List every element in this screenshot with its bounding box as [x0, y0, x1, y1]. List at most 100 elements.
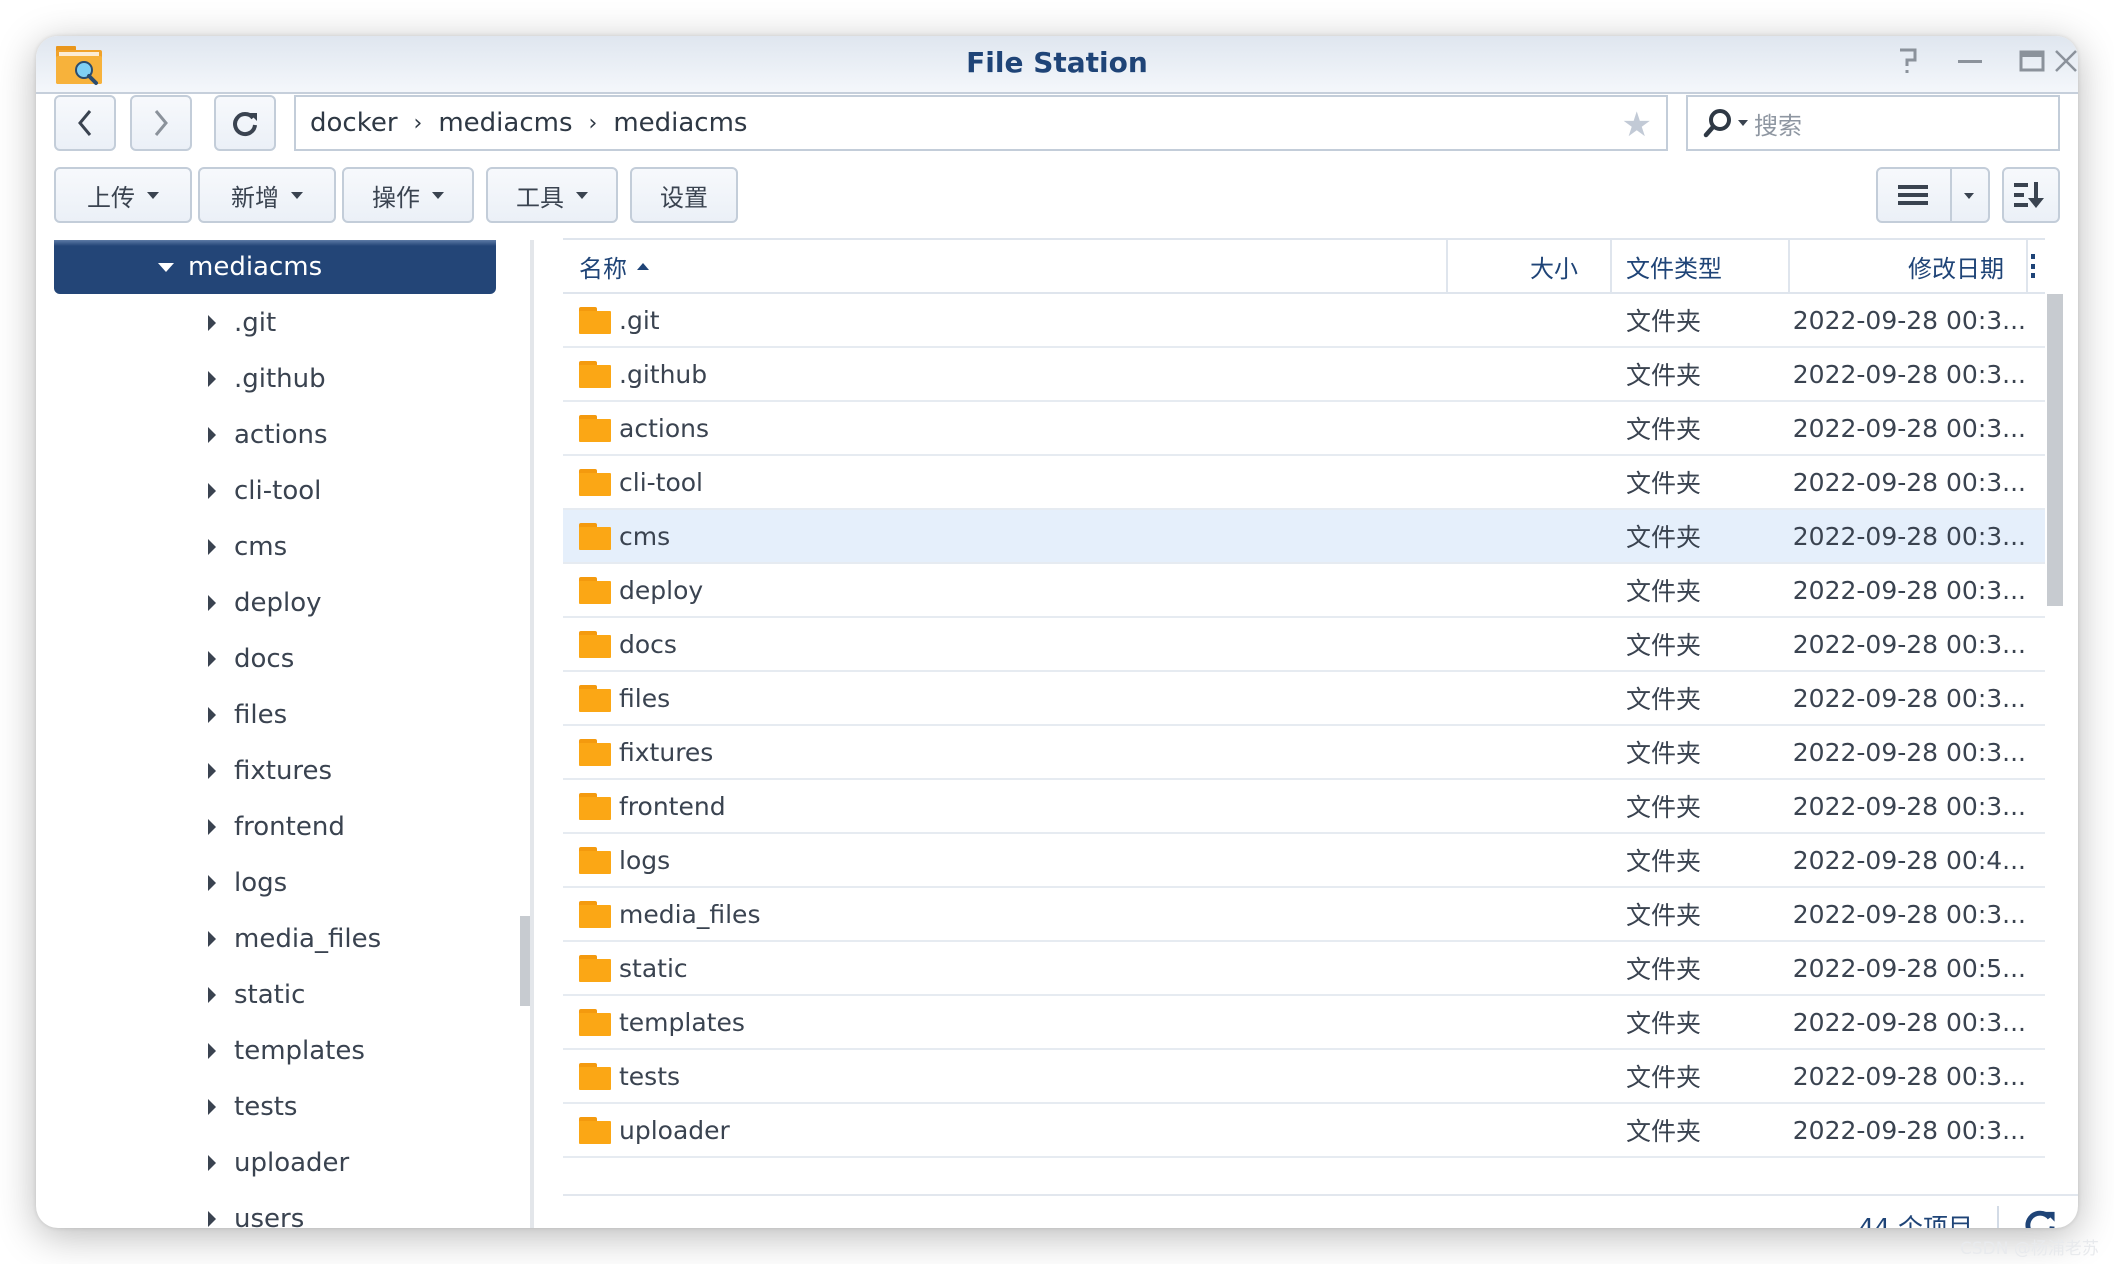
- table-row[interactable]: tests 文件夹 2022-09-28 00:3...: [563, 1050, 2045, 1104]
- expand-caret-icon[interactable]: [208, 763, 216, 779]
- file-modified: 2022-09-28 00:3...: [1792, 737, 2026, 767]
- folder-icon: [579, 1008, 611, 1036]
- table-row[interactable]: .github 文件夹 2022-09-28 00:3...: [563, 348, 2045, 402]
- tree-item[interactable]: templates: [54, 1024, 496, 1078]
- back-button[interactable]: [54, 95, 116, 151]
- cell-modified: 2022-09-28 00:3...: [1788, 780, 2036, 832]
- tree-item-label: uploader: [234, 1148, 350, 1178]
- action-button[interactable]: 操作: [342, 167, 474, 223]
- table-row[interactable]: cms 文件夹 2022-09-28 00:3...: [563, 510, 2045, 564]
- cell-type: 文件夹: [1626, 1104, 1796, 1156]
- expand-caret-icon[interactable]: [158, 262, 174, 272]
- tree-item[interactable]: logs: [54, 856, 496, 910]
- file-modified: 2022-09-28 00:3...: [1792, 575, 2026, 605]
- tree-item[interactable]: docs: [54, 632, 496, 686]
- view-mode-button[interactable]: [1876, 167, 1990, 223]
- tree-item[interactable]: frontend: [54, 800, 496, 854]
- tree-item[interactable]: cli-tool: [54, 464, 496, 518]
- table-row[interactable]: static 文件夹 2022-09-28 00:5...: [563, 942, 2045, 996]
- expand-caret-icon[interactable]: [208, 819, 216, 835]
- table-row[interactable]: logs 文件夹 2022-09-28 00:4...: [563, 834, 2045, 888]
- table-row[interactable]: media_files 文件夹 2022-09-28 00:3...: [563, 888, 2045, 942]
- search-box[interactable]: 搜索: [1686, 95, 2060, 151]
- help-button[interactable]: [1888, 46, 1928, 84]
- table-row[interactable]: cli-tool 文件夹 2022-09-28 00:3...: [563, 456, 2045, 510]
- tree-item[interactable]: users: [54, 1192, 496, 1228]
- table-row[interactable]: templates 文件夹 2022-09-28 00:3...: [563, 996, 2045, 1050]
- search-input[interactable]: 搜索: [1754, 106, 1802, 141]
- upload-label: 上传: [87, 183, 135, 212]
- cell-modified: 2022-09-28 00:3...: [1788, 348, 2036, 400]
- cell-modified: 2022-09-28 00:3...: [1788, 456, 2036, 508]
- tree-item[interactable]: deploy: [54, 576, 496, 630]
- file-name: actions: [619, 413, 709, 443]
- file-list-scrollbar[interactable]: [2047, 294, 2063, 606]
- close-button[interactable]: [2054, 46, 2078, 84]
- expand-caret-icon[interactable]: [208, 875, 216, 891]
- pane-divider[interactable]: [530, 240, 534, 1228]
- table-row[interactable]: docs 文件夹 2022-09-28 00:3...: [563, 618, 2045, 672]
- table-row[interactable]: deploy 文件夹 2022-09-28 00:3...: [563, 564, 2045, 618]
- column-header-type[interactable]: 文件类型: [1610, 240, 1788, 292]
- expand-caret-icon[interactable]: [208, 595, 216, 611]
- breadcrumb[interactable]: docker › mediacms › mediacms ★: [294, 95, 1668, 151]
- cell-modified: 2022-09-28 00:3...: [1788, 564, 2036, 616]
- expand-caret-icon[interactable]: [208, 1043, 216, 1059]
- table-row[interactable]: fixtures 文件夹 2022-09-28 00:3...: [563, 726, 2045, 780]
- breadcrumb-item-mediacms[interactable]: mediacms: [438, 108, 572, 138]
- folder-icon: [579, 738, 611, 766]
- expand-caret-icon[interactable]: [208, 931, 216, 947]
- minimize-button[interactable]: [1950, 46, 1990, 84]
- cell-modified: 2022-09-28 00:3...: [1788, 888, 2036, 940]
- expand-caret-icon[interactable]: [208, 315, 216, 331]
- tree-item[interactable]: .git: [54, 296, 496, 350]
- tree-item[interactable]: fixtures: [54, 744, 496, 798]
- chevron-down-icon: [576, 191, 588, 199]
- expand-caret-icon[interactable]: [208, 707, 216, 723]
- column-menu-icon[interactable]: [2031, 254, 2035, 278]
- view-options-caret-icon[interactable]: [1964, 193, 1974, 199]
- tree-item[interactable]: uploader: [54, 1136, 496, 1190]
- upload-button[interactable]: 上传: [54, 167, 192, 223]
- maximize-button[interactable]: [2012, 46, 2052, 84]
- tools-button[interactable]: 工具: [486, 167, 618, 223]
- table-row[interactable]: frontend 文件夹 2022-09-28 00:3...: [563, 780, 2045, 834]
- file-type: 文件夹: [1626, 955, 1702, 984]
- tree-item[interactable]: media_files: [54, 912, 496, 966]
- column-header-size[interactable]: 大小: [1446, 240, 1610, 292]
- settings-button[interactable]: 设置: [630, 167, 738, 223]
- column-name-label: 名称: [579, 254, 627, 283]
- tree-item[interactable]: tests: [54, 1080, 496, 1134]
- column-header-modified[interactable]: 修改日期: [1788, 240, 2028, 292]
- expand-caret-icon[interactable]: [208, 371, 216, 387]
- expand-caret-icon[interactable]: [208, 539, 216, 555]
- breadcrumb-item-current[interactable]: mediacms: [613, 108, 747, 138]
- sort-button[interactable]: [2002, 167, 2060, 223]
- favorite-star-icon[interactable]: ★: [1622, 105, 1652, 145]
- expand-caret-icon[interactable]: [208, 651, 216, 667]
- create-button[interactable]: 新增: [198, 167, 336, 223]
- search-icon[interactable]: [1702, 107, 1734, 139]
- tree-item[interactable]: static: [54, 968, 496, 1022]
- expand-caret-icon[interactable]: [208, 427, 216, 443]
- expand-caret-icon[interactable]: [208, 987, 216, 1003]
- tree-item[interactable]: .github: [54, 352, 496, 406]
- search-options-caret-icon[interactable]: [1738, 120, 1748, 126]
- expand-caret-icon[interactable]: [208, 1099, 216, 1115]
- table-row[interactable]: .git 文件夹 2022-09-28 00:3...: [563, 294, 2045, 348]
- tree-item[interactable]: files: [54, 688, 496, 742]
- refresh-icon[interactable]: [2023, 1207, 2057, 1228]
- tree-item[interactable]: cms: [54, 520, 496, 574]
- breadcrumb-item-docker[interactable]: docker: [310, 108, 398, 138]
- expand-caret-icon[interactable]: [208, 1155, 216, 1171]
- column-header-name[interactable]: 名称: [563, 240, 1446, 292]
- tree-item-selected[interactable]: mediacms: [54, 240, 496, 294]
- tree-item[interactable]: actions: [54, 408, 496, 462]
- refresh-button[interactable]: [214, 95, 276, 151]
- expand-caret-icon[interactable]: [208, 1211, 216, 1227]
- table-row[interactable]: uploader 文件夹 2022-09-28 00:3...: [563, 1104, 2045, 1158]
- table-row[interactable]: actions 文件夹 2022-09-28 00:3...: [563, 402, 2045, 456]
- table-row[interactable]: files 文件夹 2022-09-28 00:3...: [563, 672, 2045, 726]
- forward-button[interactable]: [130, 95, 192, 151]
- expand-caret-icon[interactable]: [208, 483, 216, 499]
